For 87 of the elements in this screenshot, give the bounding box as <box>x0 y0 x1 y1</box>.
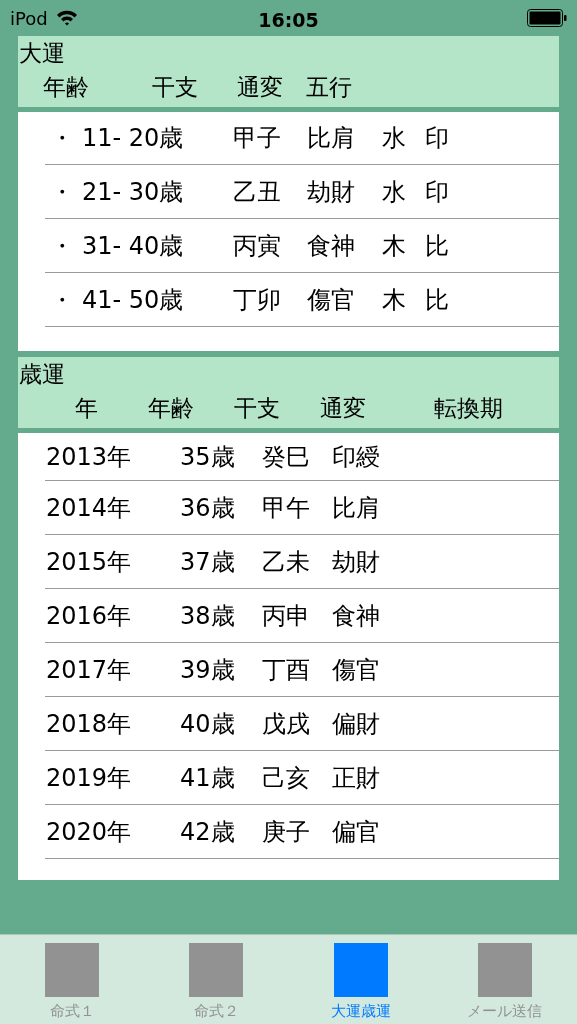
stem-branch-text: 丙申 <box>262 600 311 632</box>
element-text: 木 <box>382 284 407 316</box>
stem-branch-text: 甲午 <box>262 492 311 524</box>
star-text: 印 <box>425 176 450 208</box>
age-text: 40歳 <box>180 708 236 740</box>
square-icon <box>189 943 244 997</box>
stem-branch-text: 戊戌 <box>262 708 311 740</box>
stem-branch-text: 丁卯 <box>233 284 282 316</box>
year-text: 2016年 <box>46 600 133 632</box>
list-row[interactable]: ・ 41- 50歳 丁卯 傷官 木 比 <box>45 273 559 327</box>
star-text: 比 <box>425 230 450 262</box>
stem-branch-text: 癸巳 <box>262 441 311 473</box>
wifi-icon <box>55 10 78 26</box>
stem-branch-text: 庚子 <box>262 816 311 848</box>
stem-branch-text: 丁酉 <box>262 654 311 686</box>
age-text: 41歳 <box>180 762 236 794</box>
list-row[interactable]: 2017年 39歳 丁酉 傷官 <box>45 643 559 697</box>
column-header: 干支 <box>152 73 199 102</box>
age-text: 42歳 <box>180 816 236 848</box>
list-row[interactable]: 2019年 41歳 己亥 正財 <box>45 751 559 805</box>
relation-text: 正財 <box>332 762 381 794</box>
column-header: 干支 <box>234 394 281 423</box>
age-text: 39歳 <box>180 654 236 686</box>
section-title: 大運 <box>18 39 66 68</box>
year-text: 2018年 <box>46 708 133 740</box>
bullet-mark: ・ <box>50 123 75 154</box>
column-header: 年 <box>75 394 99 423</box>
battery-icon <box>527 9 567 27</box>
age-range-text: 11- 20歳 <box>82 123 185 154</box>
list-row[interactable]: 2015年 37歳 乙未 劫財 <box>45 535 559 589</box>
relation-text: 傷官 <box>332 654 381 686</box>
relation-text: 印綬 <box>332 441 381 473</box>
clock-text: 16:05 <box>258 8 319 33</box>
relation-text: 劫財 <box>307 176 356 208</box>
age-text: 37歳 <box>180 546 236 578</box>
year-text: 2013年 <box>46 441 133 473</box>
relation-text: 食神 <box>307 230 356 262</box>
stem-branch-text: 甲子 <box>233 123 282 154</box>
list-row[interactable]: ・ 11- 20歳 甲子 比肩 水 印 <box>45 112 559 165</box>
square-icon <box>45 943 100 997</box>
square-icon <box>333 943 388 997</box>
section-title: 歳運 <box>18 360 66 389</box>
column-header: 通変 <box>237 73 284 102</box>
column-header: 通変 <box>320 394 367 423</box>
bullet-mark: ・ <box>50 230 75 262</box>
list-row[interactable]: 2013年 35歳 癸巳 印綬 <box>45 433 559 481</box>
relation-text: 傷官 <box>307 284 356 316</box>
year-text: 2014年 <box>46 492 133 524</box>
stem-branch-text: 乙未 <box>262 546 311 578</box>
list-row[interactable]: 2016年 38歳 丙申 食神 <box>45 589 559 643</box>
relation-text: 比肩 <box>332 492 381 524</box>
square-icon <box>477 943 532 997</box>
relation-text: 食神 <box>332 600 381 632</box>
column-header: 年齢 <box>43 73 90 102</box>
year-text: 2015年 <box>46 546 133 578</box>
element-text: 水 <box>382 176 407 208</box>
year-text: 2017年 <box>46 654 133 686</box>
stem-branch-text: 己亥 <box>262 762 311 794</box>
column-header: 五行 <box>306 73 353 102</box>
year-text: 2020年 <box>46 816 133 848</box>
element-text: 木 <box>382 230 407 262</box>
age-range-text: 21- 30歳 <box>82 176 185 208</box>
relation-text: 偏官 <box>332 816 381 848</box>
relation-text: 劫財 <box>332 546 381 578</box>
bullet-mark: ・ <box>50 176 75 208</box>
list-row[interactable]: 2018年 40歳 戊戌 偏財 <box>45 697 559 751</box>
age-text: 35歳 <box>180 441 236 473</box>
stem-branch-text: 乙丑 <box>233 176 282 208</box>
list-row[interactable]: 2020年 42歳 庚子 偏官 <box>45 805 559 859</box>
age-range-text: 41- 50歳 <box>82 284 185 316</box>
column-header: 転換期 <box>434 394 504 423</box>
age-text: 36歳 <box>180 492 236 524</box>
stem-branch-text: 丙寅 <box>233 230 282 262</box>
list-row[interactable]: ・ 21- 30歳 乙丑 劫財 水 印 <box>45 165 559 219</box>
bullet-mark: ・ <box>50 284 75 316</box>
relation-text: 比肩 <box>307 123 356 154</box>
age-text: 38歳 <box>180 600 236 632</box>
list-row[interactable]: 2014年 36歳 甲午 比肩 <box>45 481 559 535</box>
relation-text: 偏財 <box>332 708 381 740</box>
year-text: 2019年 <box>46 762 133 794</box>
list-row[interactable]: ・ 31- 40歳 丙寅 食神 木 比 <box>45 219 559 273</box>
carrier-text: iPod <box>10 6 48 31</box>
column-header: 年齢 <box>148 394 195 423</box>
star-text: 比 <box>425 284 450 316</box>
star-text: 印 <box>425 123 450 154</box>
element-text: 水 <box>382 123 407 154</box>
age-range-text: 31- 40歳 <box>82 230 185 262</box>
